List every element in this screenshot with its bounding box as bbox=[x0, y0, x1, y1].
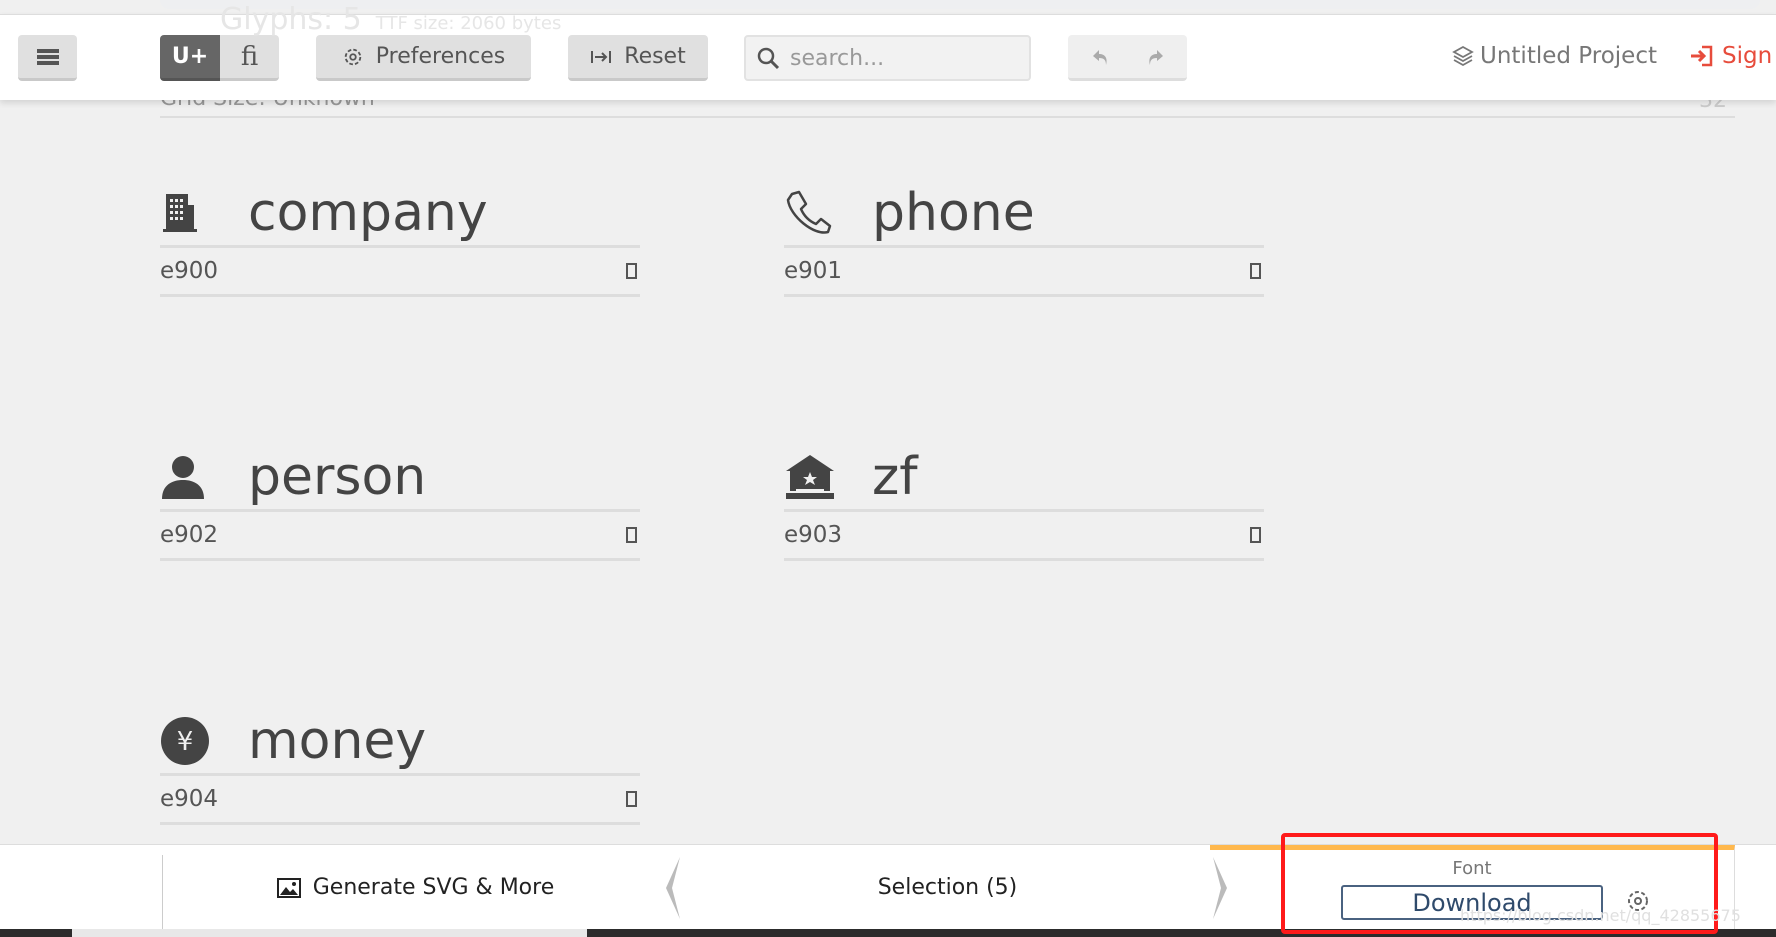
glyph-summary: Glyphs: 5 TTF size: 2060 bytes bbox=[220, 2, 562, 37]
glyph-preview-box bbox=[626, 527, 637, 543]
gear-icon bbox=[344, 48, 362, 65]
selection-button[interactable]: Selection (5) bbox=[690, 845, 1205, 930]
image-icon bbox=[276, 877, 301, 898]
undo-icon[interactable] bbox=[1091, 47, 1111, 67]
glyph-code[interactable]: e902 bbox=[160, 522, 218, 548]
glyph-name[interactable]: money bbox=[248, 711, 426, 771]
glyph-card[interactable]: ¥ money e904 bbox=[160, 709, 640, 825]
glyph-preview-box bbox=[626, 791, 637, 807]
glyph-preview-box bbox=[1250, 263, 1261, 279]
search-placeholder: search... bbox=[790, 45, 885, 71]
sign-in-icon bbox=[1691, 45, 1713, 67]
chevron-left-icon[interactable] bbox=[662, 857, 682, 919]
undo-redo-group bbox=[1068, 35, 1187, 81]
glyph-name[interactable]: phone bbox=[872, 183, 1035, 243]
glyph-preview-box bbox=[1250, 527, 1261, 543]
search-icon bbox=[757, 47, 780, 70]
search-input[interactable]: search... bbox=[744, 35, 1031, 81]
menu-button[interactable] bbox=[18, 35, 77, 81]
watermark: https://blog.csdn.net/qq_42855675 bbox=[1460, 906, 1741, 925]
glyph-code[interactable]: e904 bbox=[160, 786, 218, 812]
glyph-card[interactable]: person e902 bbox=[160, 445, 640, 561]
glyph-card[interactable]: company e900 bbox=[160, 181, 640, 297]
glyph-code[interactable]: e901 bbox=[784, 258, 842, 284]
government-icon bbox=[784, 453, 872, 501]
reset-icon bbox=[591, 50, 612, 63]
glyph-card[interactable]: zf e903 bbox=[784, 445, 1264, 561]
yen-icon: ¥ bbox=[160, 716, 248, 766]
layers-icon bbox=[1452, 45, 1474, 67]
unicode-toggle[interactable]: U+ bbox=[160, 35, 220, 81]
redo-icon[interactable] bbox=[1145, 47, 1165, 67]
reset-button[interactable]: Reset bbox=[568, 35, 708, 81]
glyph-name[interactable]: company bbox=[248, 183, 488, 243]
person-icon bbox=[160, 455, 248, 499]
generate-svg-button[interactable]: Generate SVG & More bbox=[163, 845, 668, 930]
phone-icon bbox=[784, 190, 872, 236]
glyph-name[interactable]: zf bbox=[872, 447, 918, 507]
svg-text:¥: ¥ bbox=[177, 727, 194, 757]
glyph-code[interactable]: e900 bbox=[160, 258, 218, 284]
glyph-code[interactable]: e903 bbox=[784, 522, 842, 548]
project-name[interactable]: Untitled Project bbox=[1452, 43, 1657, 69]
ligature-toggle[interactable]: fi bbox=[220, 35, 279, 81]
sign-in-link[interactable]: Sign bbox=[1690, 43, 1772, 69]
preferences-button[interactable]: Preferences bbox=[316, 35, 531, 81]
glyph-name[interactable]: person bbox=[248, 447, 426, 507]
glyph-card[interactable]: phone e901 bbox=[784, 181, 1264, 297]
building-icon bbox=[160, 193, 248, 233]
hamburger-icon bbox=[36, 48, 59, 65]
glyph-preview-box bbox=[626, 263, 637, 279]
